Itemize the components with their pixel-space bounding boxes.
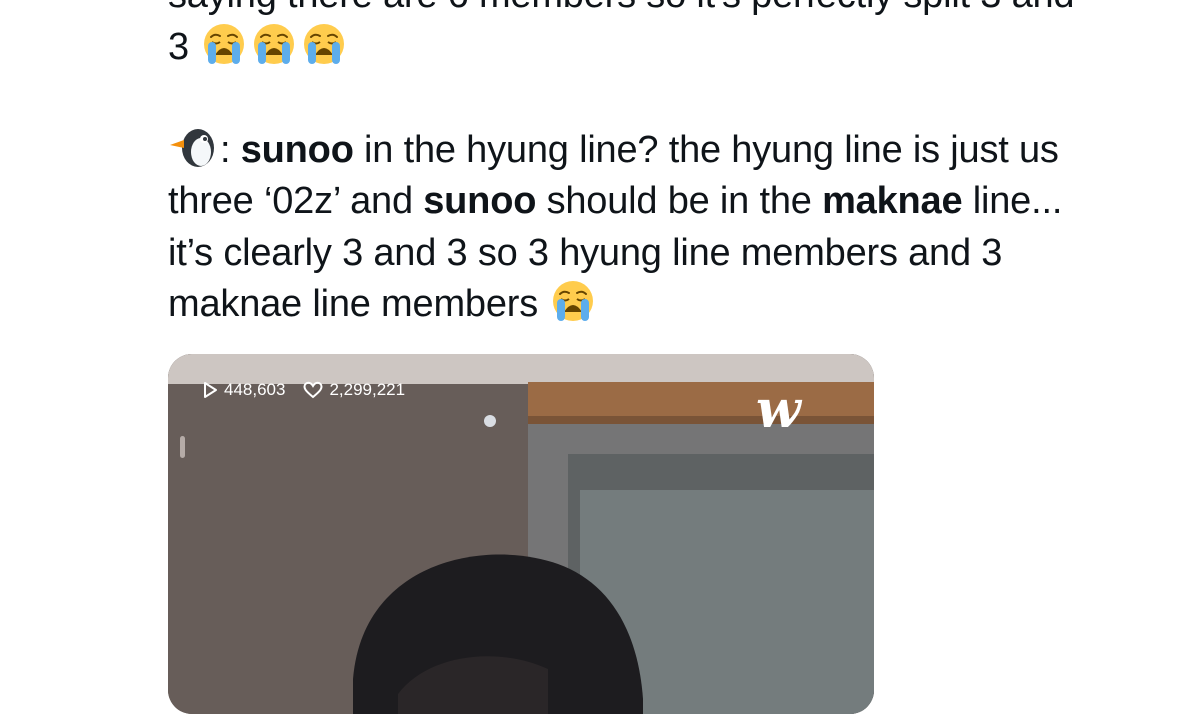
loudly-crying-face-icon [551,279,595,323]
tweet-fragment: should be in the [536,180,823,222]
tweet-line: it’s clearly 3 and 3 so 3 hyung line mem… [168,231,1003,274]
like-count: 2,299,221 [303,380,405,400]
view-count: 448,603 [202,380,285,400]
tweet-media[interactable]: 448,603 2,299,221 w [168,354,874,714]
penguin-icon [170,128,214,167]
tweet-fragment: in the hyung line? the hyung line is jus… [353,128,1059,171]
loudly-crying-face-icon [252,22,296,66]
play-icon [204,382,217,398]
view-count-value: 448,603 [224,380,286,399]
loudly-crying-face-icon [202,22,246,66]
loudly-crying-face-icon [302,22,346,66]
volume-slider[interactable] [180,436,185,458]
like-count-value: 2,299,221 [329,380,406,399]
member-name: sunoo [240,128,354,171]
weverse-logo: w [756,379,801,440]
tweet-line: : sunoo in the hyung line? the hyung lin… [168,125,1168,177]
tweet-fragment: line... [962,180,1063,222]
tweet-fragment: maknae line members [168,283,539,325]
heart-icon [303,381,323,399]
emphasis-text: maknae [822,180,963,222]
tweet-line: saying there are 6 members so it's perfe… [168,0,1168,22]
tweet-line: 3 [168,22,1168,74]
live-indicator [484,415,496,427]
member-name: sunoo [423,180,537,222]
tweet-line: maknae line members [168,279,1168,331]
tweet-text: saying there are 6 members so it's perfe… [168,0,1168,331]
video-stats: 448,603 2,299,221 [202,380,405,400]
tweet-fragment: 3 [168,25,189,68]
tweet-fragment: three ‘02z’ and [168,180,424,222]
tweet-line: three ‘02z’ and sunoo should be in the m… [168,176,1168,228]
tweet-fragment: : [220,128,231,171]
